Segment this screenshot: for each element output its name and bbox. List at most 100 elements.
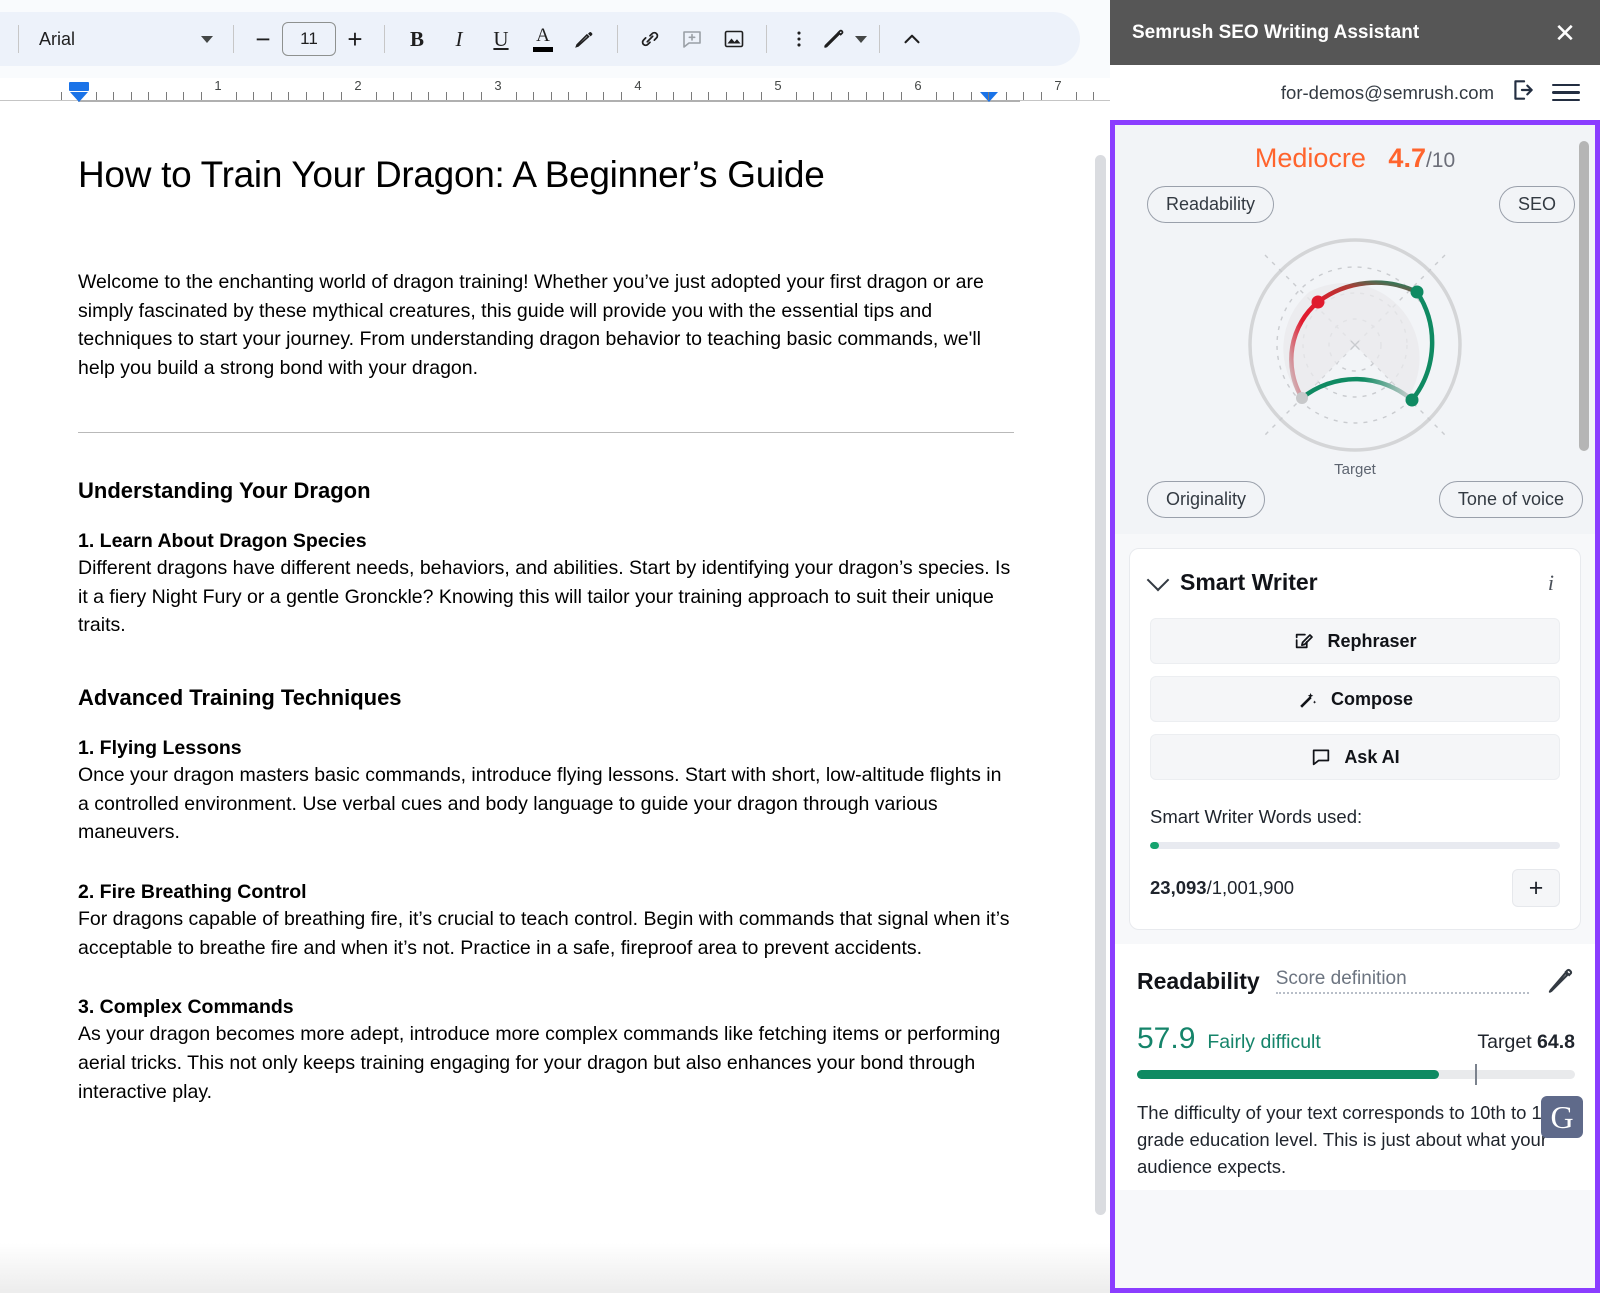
ruler-tick [253, 92, 254, 100]
pill-seo[interactable]: SEO [1498, 186, 1575, 223]
document-ruler[interactable]: 1 2 3 4 5 6 7 [0, 78, 1110, 108]
swa-scrollbar[interactable] [1579, 141, 1589, 451]
swa-content-area: Mediocre 4.7/10 Readability SEO Original… [1110, 120, 1600, 1293]
smart-writer-usage-text: 23,093/1,001,900 [1150, 877, 1512, 899]
ruler-tick [113, 92, 114, 100]
smart-writer-usage-row: 23,093/1,001,900 + [1150, 869, 1560, 907]
readability-target-marker [1474, 1064, 1477, 1085]
document-scrollbar[interactable] [1095, 155, 1106, 1215]
ask-ai-button[interactable]: Ask AI [1150, 734, 1560, 780]
swa-titlebar: Semrush SEO Writing Assistant ✕ [1110, 0, 1600, 65]
ruler-tick [410, 92, 412, 100]
more-options-button[interactable] [779, 20, 819, 58]
app-root: mal text Arial − 11 + B I U A [0, 0, 1600, 1293]
ruler-tick [533, 92, 534, 100]
right-indent-handle[interactable] [980, 92, 998, 102]
readability-progress-fill [1137, 1070, 1439, 1079]
font-size-input[interactable]: 11 [282, 22, 336, 56]
ruler-tick [865, 92, 867, 100]
document-intro-paragraph: Welcome to the enchanting world of drago… [78, 271, 984, 380]
section-item-body: Once your dragon masters basic commands,… [78, 763, 1002, 844]
add-comment-icon [683, 31, 701, 48]
close-icon[interactable]: ✕ [1550, 18, 1580, 48]
magic-wand-icon [1300, 692, 1317, 708]
ruler-tick [1023, 92, 1024, 100]
bold-button[interactable]: B [397, 20, 437, 58]
ruler-tick [848, 92, 849, 100]
ruler-active-range [78, 100, 1020, 102]
insert-link-button[interactable] [630, 20, 670, 58]
highlight-color-button[interactable] [565, 20, 605, 58]
edit-readability-button[interactable] [1545, 966, 1575, 996]
ruler-tick [550, 92, 552, 100]
chevron-down-icon [855, 35, 867, 43]
ask-ai-label: Ask AI [1344, 746, 1400, 767]
ruler-tick [568, 92, 569, 100]
ruler-tick [340, 92, 342, 100]
paragraph-style-dropdown[interactable]: mal text [0, 20, 6, 58]
compose-label: Compose [1330, 688, 1413, 709]
radar-chart: Readability SEO Originality Tone of voic… [1115, 180, 1595, 520]
collapse-toolbar-button[interactable] [892, 20, 932, 58]
toolbar-divider [617, 25, 618, 53]
ruler-tick [375, 92, 377, 100]
text-color-icon: A [533, 26, 553, 52]
font-family-dropdown[interactable]: Arial [31, 20, 221, 58]
text-color-button[interactable]: A [523, 20, 563, 58]
ruler-number: 7 [1054, 78, 1062, 93]
add-comment-button[interactable] [672, 20, 712, 58]
document-page[interactable]: How to Train Your Dragon: A Beginner’s G… [0, 108, 1110, 1107]
logout-button[interactable] [1510, 77, 1536, 108]
section-item: 1. Learn About Dragon Species Different … [78, 530, 1014, 640]
document-page-area[interactable]: How to Train Your Dragon: A Beginner’s G… [0, 108, 1110, 1293]
ruler-number: 2 [354, 78, 362, 93]
ruler-tick [60, 92, 62, 100]
smart-writer-header[interactable]: Smart Writer i [1146, 568, 1560, 596]
increase-font-size-button[interactable]: + [338, 24, 372, 55]
score-definition-link[interactable]: Score definition [1275, 968, 1529, 994]
overall-score: Mediocre 4.7/10 [1115, 143, 1595, 174]
readability-score-row: 57.9 Fairly difficult Target 64.8 [1137, 1022, 1575, 1056]
ruler-tick [200, 92, 202, 100]
editing-mode-button[interactable] [821, 20, 867, 58]
grammarly-icon[interactable]: G [1541, 1096, 1583, 1138]
section-heading: Understanding Your Dragon [78, 477, 371, 503]
compose-button[interactable]: Compose [1150, 676, 1560, 722]
ruler-tick [235, 92, 237, 100]
insert-image-button[interactable] [714, 20, 754, 58]
ruler-tick [165, 92, 167, 100]
text-color-letter: A [536, 25, 550, 46]
chat-bubble-icon [1313, 749, 1330, 766]
rephraser-button[interactable]: Rephraser [1150, 618, 1560, 664]
first-line-indent-handle[interactable] [69, 82, 89, 91]
ruler-tick [953, 92, 954, 100]
readability-description: The difficulty of your text corresponds … [1137, 1102, 1568, 1177]
section-item: 2. Fire Breathing Control For dragons ca… [78, 881, 1014, 962]
ruler-tick [708, 92, 709, 100]
pill-tone-of-voice[interactable]: Tone of voice [1438, 481, 1583, 518]
section-item-title: 2. Fire Breathing Control [78, 881, 307, 904]
ruler-tick [1040, 92, 1042, 100]
ruler-tick [900, 92, 902, 100]
pill-readability[interactable]: Readability [1147, 186, 1275, 223]
underline-button[interactable]: U [481, 20, 521, 58]
google-docs-pane: mal text Arial − 11 + B I U A [0, 0, 1110, 1293]
ruler-tick [690, 92, 692, 100]
add-words-button[interactable]: + [1512, 869, 1560, 907]
italic-button[interactable]: I [439, 20, 479, 58]
left-indent-handle[interactable] [70, 92, 88, 102]
rephraser-label: Rephraser [1327, 630, 1417, 651]
pencil-mode-icon [824, 29, 844, 48]
readability-score: 57.9 [1137, 1022, 1196, 1055]
section-item-title: 3. Complex Commands [78, 996, 294, 1019]
ruler-tick [760, 92, 762, 100]
ruler-tick [603, 92, 604, 100]
section-item-body: For dragons capable of breathing fire, i… [78, 908, 1010, 959]
toolbar-divider [18, 25, 19, 53]
chevron-down-icon[interactable] [1146, 568, 1170, 591]
info-icon[interactable]: i [1548, 570, 1560, 596]
pill-originality[interactable]: Originality [1147, 481, 1266, 518]
decrease-font-size-button[interactable]: − [246, 24, 280, 55]
hamburger-menu-icon[interactable] [1552, 83, 1580, 102]
more-options-icon [797, 31, 801, 47]
